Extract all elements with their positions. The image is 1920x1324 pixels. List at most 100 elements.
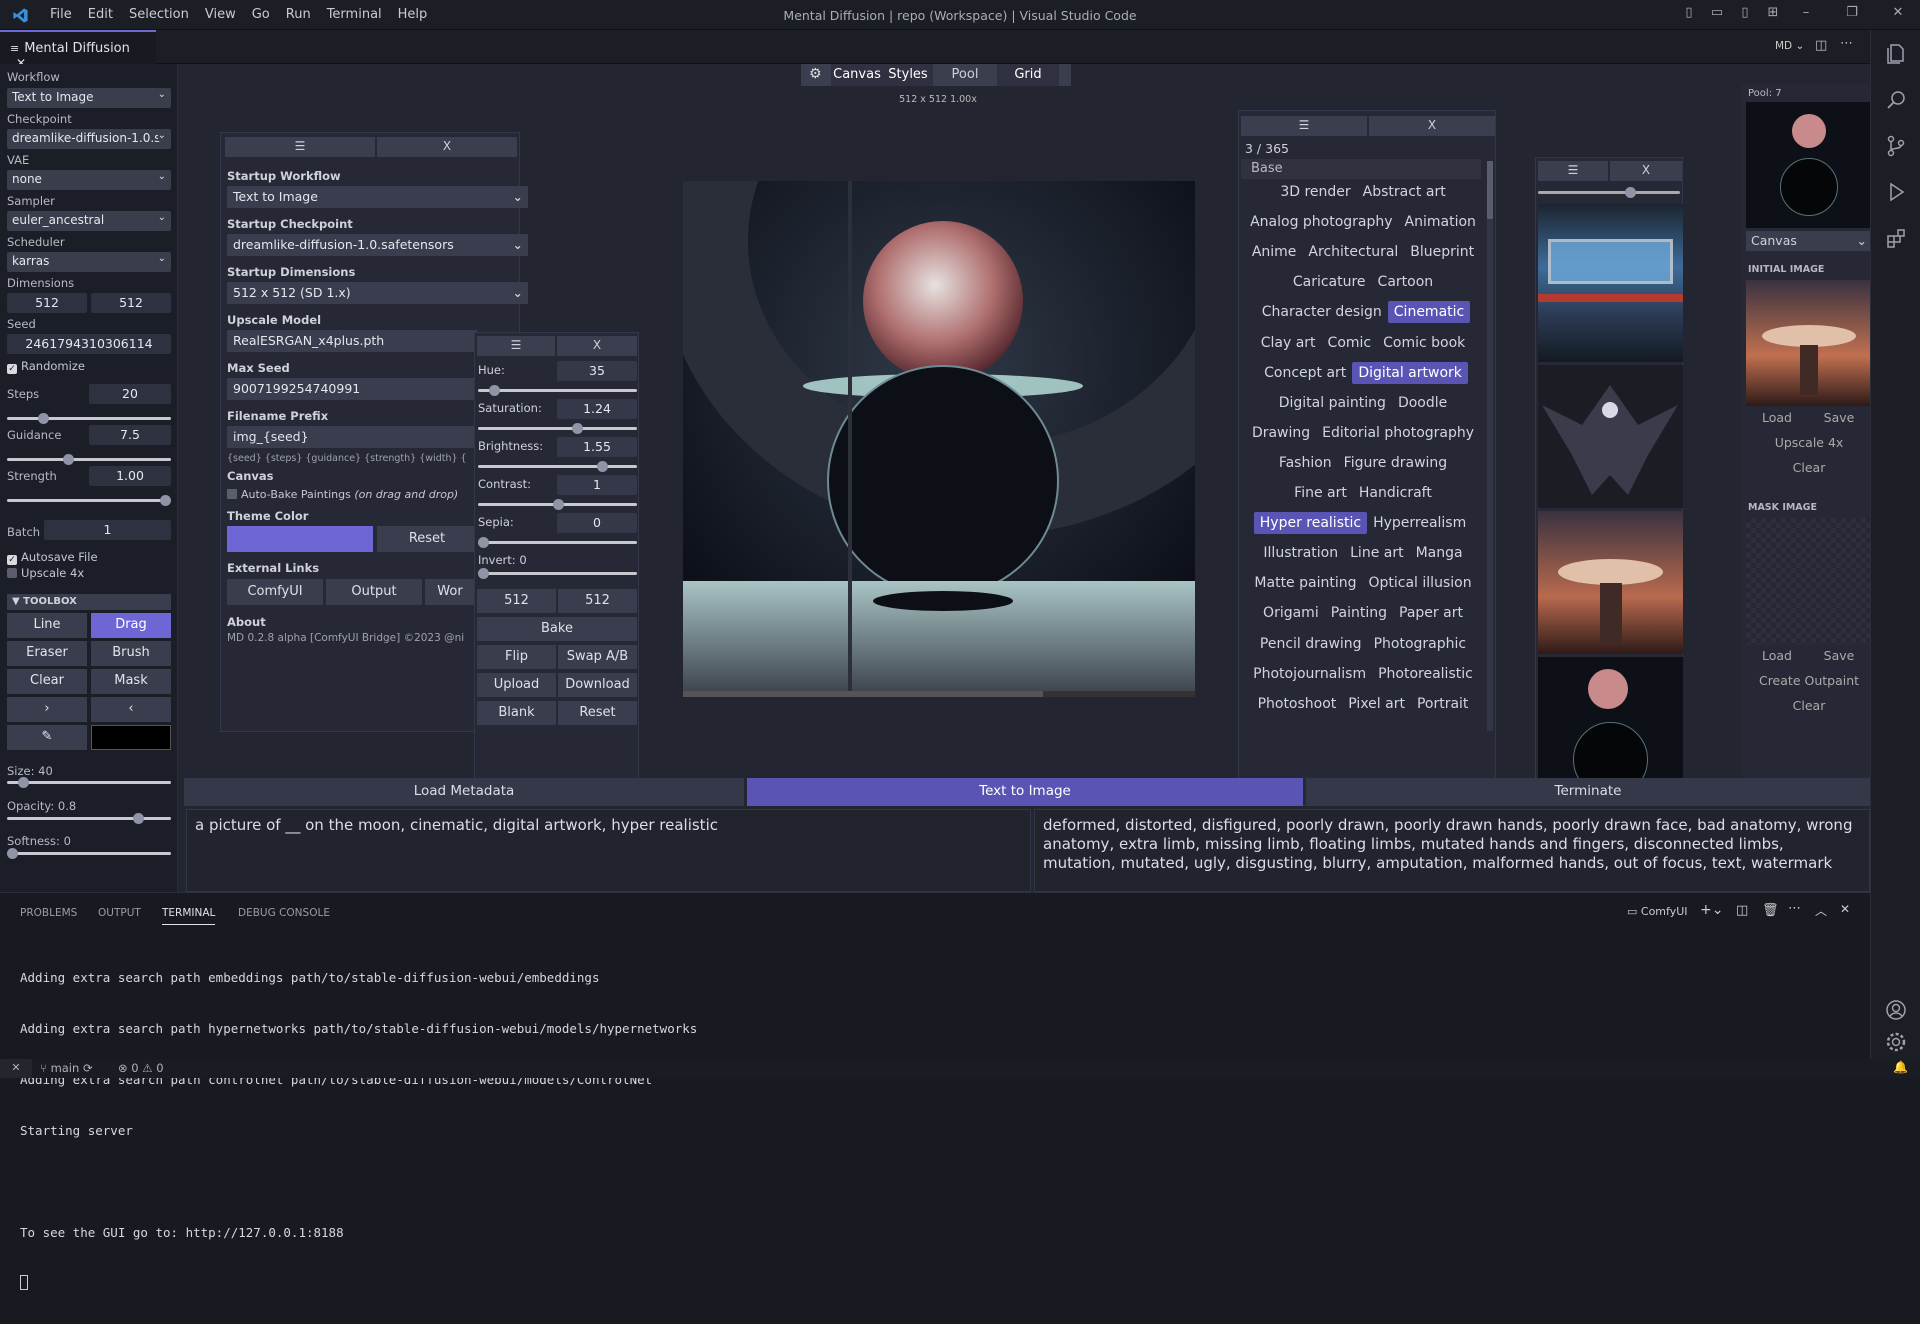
style-item[interactable]: Figure drawing (1338, 452, 1454, 474)
size-slider[interactable] (7, 777, 171, 788)
style-item[interactable]: Photoshoot (1252, 693, 1343, 715)
restore-icon[interactable]: ❐ (1843, 5, 1861, 23)
adjust-close-button[interactable]: X (557, 336, 637, 356)
style-item[interactable]: Animation (1399, 211, 1482, 233)
steps-input[interactable]: 20 (89, 384, 171, 404)
customize-layout-icon[interactable]: ⊞ (1764, 5, 1782, 23)
style-item[interactable]: Hyperrealism (1367, 512, 1472, 534)
style-item[interactable]: Abstract art (1357, 181, 1452, 203)
style-item[interactable]: 3D render (1274, 181, 1356, 203)
style-item[interactable]: Hyper realistic (1253, 512, 1368, 535)
close-panel-icon[interactable]: ✕ (1840, 902, 1850, 916)
seed-input[interactable]: 2461794310306114 (7, 334, 171, 354)
minimize-icon[interactable]: – (1797, 5, 1815, 23)
softness-slider[interactable] (7, 848, 171, 859)
style-item[interactable]: Cinematic (1387, 301, 1471, 324)
style-item[interactable]: Comic (1322, 332, 1378, 354)
style-item[interactable]: Photorealistic (1372, 663, 1479, 685)
style-item[interactable]: Comic book (1377, 332, 1471, 354)
sepia-slider[interactable] (478, 537, 637, 548)
search-icon[interactable] (1884, 88, 1908, 112)
new-terminal-icon[interactable]: +⌄ (1700, 902, 1723, 918)
workflow-select[interactable]: Text to Image ⌄ (7, 88, 171, 108)
style-item[interactable]: Matte painting (1248, 572, 1362, 594)
mask-clear-button[interactable]: Clear (1746, 698, 1872, 718)
slider-knob[interactable] (1625, 187, 1637, 198)
kill-terminal-icon[interactable]: 🗑 (1762, 903, 1779, 918)
upscale-checkbox[interactable]: Upscale 4x (7, 566, 84, 580)
tool-line-button[interactable]: Line (7, 613, 87, 638)
strength-input[interactable]: 1.00 (89, 466, 171, 486)
contrast-input[interactable]: 1 (557, 475, 637, 495)
toggle-secondary-sidebar-icon[interactable]: ▯ (1736, 5, 1754, 23)
style-item[interactable]: Digital artwork (1352, 361, 1468, 384)
pool-preview[interactable] (1746, 102, 1872, 228)
explorer-icon[interactable] (1884, 42, 1908, 66)
menu-go[interactable]: Go (244, 0, 278, 30)
brightness-slider[interactable] (478, 461, 637, 472)
slider-knob[interactable] (597, 461, 609, 472)
output-link-button[interactable]: Output (326, 579, 422, 605)
settings-close-button[interactable]: X (377, 137, 517, 157)
extensions-icon[interactable] (1884, 226, 1908, 250)
terminal-output[interactable]: Adding extra search path embeddings path… (20, 935, 697, 1324)
opacity-slider[interactable] (7, 813, 171, 824)
redo-button[interactable]: › (7, 697, 87, 722)
strength-slider[interactable] (7, 495, 171, 506)
styles-group-header[interactable]: Base (1241, 159, 1481, 179)
brush-color-swatch[interactable] (91, 725, 171, 750)
width-input[interactable]: 512 (7, 293, 87, 313)
tab-pool[interactable]: Pool (935, 64, 995, 86)
md-badge[interactable]: MD ⌄ (1775, 40, 1804, 52)
style-item[interactable]: Pencil drawing (1254, 633, 1368, 655)
startup-workflow-select[interactable]: Text to Image ⌄ (227, 186, 528, 208)
style-item[interactable]: Caricature (1287, 271, 1372, 293)
pool-mode-select[interactable]: Canvas ⌄ (1746, 231, 1872, 251)
slider-knob[interactable] (478, 568, 489, 579)
toggle-panel-icon[interactable]: ▭ (1708, 5, 1726, 23)
mask-load-button[interactable]: Load (1746, 648, 1808, 668)
style-item[interactable]: Concept art (1258, 362, 1352, 384)
tab-problems[interactable]: PROBLEMS (20, 907, 77, 919)
style-item[interactable]: Pixel art (1342, 693, 1411, 715)
slider-knob[interactable] (133, 813, 145, 824)
style-item[interactable]: Doodle (1392, 392, 1453, 414)
source-control-icon[interactable] (1884, 134, 1908, 158)
load-metadata-button[interactable]: Load Metadata (184, 778, 744, 806)
initial-image[interactable] (1746, 280, 1872, 406)
autosave-checkbox[interactable]: ✓ Autosave File (7, 550, 98, 565)
style-item[interactable]: Manga (1410, 542, 1469, 564)
canvas-height-input[interactable]: 512 (558, 589, 637, 613)
max-seed-input[interactable]: 9007199254740991 (227, 378, 477, 400)
more-icon[interactable]: ⋯ (1788, 901, 1801, 916)
canvas-scrollbar[interactable] (683, 691, 1195, 697)
theme-reset-button[interactable]: Reset (377, 526, 477, 552)
menu-file[interactable]: File (42, 0, 80, 30)
negative-prompt-input[interactable]: deformed, distorted, disfigured, poorly … (1034, 809, 1870, 892)
mask-save-button[interactable]: Save (1808, 648, 1870, 668)
branch-indicator[interactable]: ⑂ main ⟳ (40, 1061, 93, 1075)
initial-upscale-button[interactable]: Upscale 4x (1746, 435, 1872, 455)
account-icon[interactable] (1884, 998, 1908, 1022)
randomize-checkbox[interactable]: ✓ Randomize (7, 359, 85, 374)
adjust-menu-icon[interactable]: ☰ (477, 336, 555, 356)
style-item[interactable]: Architectural (1302, 241, 1404, 263)
style-item[interactable]: Optical illusion (1363, 572, 1478, 594)
checkpoint-select[interactable]: dreamlike-diffusion-1.0.s ⌄ (7, 129, 171, 149)
slider-knob[interactable] (552, 499, 564, 510)
batch-input[interactable]: 1 (44, 520, 171, 540)
initial-clear-button[interactable]: Clear (1746, 460, 1872, 480)
style-item[interactable]: Editorial photography (1316, 422, 1480, 444)
more-actions-icon[interactable]: ⋯ (1840, 36, 1853, 51)
upload-button[interactable]: Upload (477, 673, 556, 697)
styles-close-button[interactable]: X (1369, 116, 1495, 136)
canvas-width-input[interactable]: 512 (477, 589, 556, 613)
style-item[interactable]: Portrait (1411, 693, 1474, 715)
style-item[interactable]: Illustration (1257, 542, 1344, 564)
style-item[interactable]: Drawing (1246, 422, 1316, 444)
remote-icon[interactable]: ✕ (0, 1059, 32, 1078)
style-item[interactable]: Blueprint (1404, 241, 1480, 263)
sepia-input[interactable]: 0 (557, 513, 637, 533)
style-item[interactable]: Line art (1344, 542, 1409, 564)
menu-run[interactable]: Run (278, 0, 319, 30)
